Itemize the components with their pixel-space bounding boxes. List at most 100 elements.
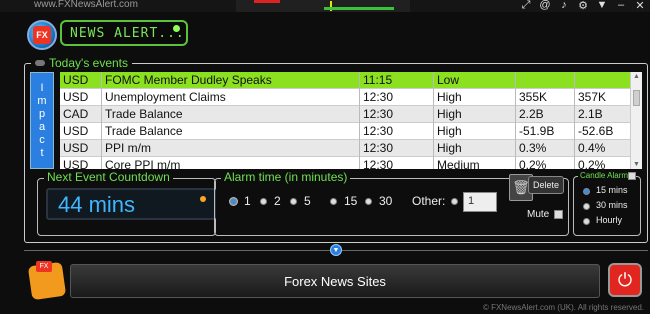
previous-cell: -52.6B: [578, 124, 614, 138]
alarm-option-label: 2: [274, 194, 281, 208]
countdown-led-icon: [200, 196, 206, 202]
candle-alarm-checkbox[interactable]: [628, 172, 636, 180]
alarm-radio-1[interactable]: [230, 198, 237, 205]
expand-icon[interactable]: ⤢: [520, 0, 532, 12]
fx-badge: FX: [36, 261, 52, 272]
previous-cell: 0.2%: [578, 158, 606, 169]
ticker-strip-left: [236, 0, 316, 12]
panel-legend: Today's events: [31, 56, 133, 70]
previous-cell: 0.4%: [578, 141, 606, 155]
event-cell: PPI m/m: [105, 141, 152, 155]
countdown-value: 44 mins: [58, 192, 136, 217]
chevron-down-icon[interactable]: ▼: [330, 244, 342, 256]
column-divider: [515, 72, 516, 169]
table-scrollbar[interactable]: ▲ ▼: [630, 72, 642, 169]
time-cell: 11:15: [363, 73, 393, 87]
table-row[interactable]: USD Unemployment Claims 12:30 High 355K …: [60, 89, 630, 106]
impact-cell: High: [437, 141, 462, 155]
alarm-radio-5[interactable]: [290, 198, 297, 205]
status-led-icon: [173, 25, 180, 32]
table-row[interactable]: USD Core PPI m/m 12:30 Medium 0.2% 0.2%: [60, 157, 630, 169]
candle-radio-15[interactable]: [583, 188, 590, 195]
alarm-radio-other[interactable]: [451, 198, 458, 205]
impact-cell: Low: [437, 73, 460, 87]
candle-alarm-title: Candle Alarm: [578, 171, 631, 180]
forecast-cell: -51.9B: [519, 124, 555, 138]
currency-cell: USD: [63, 158, 89, 169]
other-label: Other:: [412, 194, 446, 208]
candle-radio-hourly[interactable]: [583, 218, 590, 225]
scroll-up-icon[interactable]: ▲: [633, 73, 640, 80]
alarm-radio-2[interactable]: [260, 198, 267, 205]
alarm-option-label: 15: [344, 194, 358, 208]
forex-news-sites-button[interactable]: Forex News Sites: [70, 264, 600, 298]
impact-letter: p: [38, 107, 46, 120]
previous-cell: 2.1B: [578, 107, 603, 121]
fx-logo-badge: FX: [33, 26, 51, 44]
minimize-icon[interactable]: –: [615, 0, 627, 12]
column-divider: [574, 72, 575, 169]
table-row[interactable]: USD PPI m/m 12:30 High 0.3% 0.4%: [60, 140, 630, 157]
impact-letter: t: [40, 146, 44, 159]
other-minutes-input[interactable]: 1: [463, 192, 497, 212]
collapse-toggle-icon[interactable]: [35, 60, 45, 66]
currency-cell: USD: [63, 124, 89, 138]
fx-logo: FX: [27, 20, 57, 50]
event-cell: Trade Balance: [105, 124, 183, 138]
alarm-radio-15[interactable]: [330, 198, 337, 205]
close-icon[interactable]: ✕: [634, 0, 646, 12]
currency-cell: CAD: [63, 107, 89, 121]
impact-cell: Medium: [437, 158, 480, 169]
previous-cell: 357K: [578, 90, 607, 104]
power-icon[interactable]: ⏻: [608, 263, 642, 297]
countdown-display: 44 mins: [46, 188, 216, 220]
candle-option-label: 30 mins: [596, 200, 628, 210]
countdown-group: Next Event Countdown 44 mins: [37, 170, 216, 236]
event-cell: Unemployment Claims: [105, 90, 226, 104]
at-icon[interactable]: @: [539, 0, 551, 12]
alarm-option-label: 5: [304, 194, 311, 208]
volume-icon[interactable]: ♪: [558, 0, 570, 12]
brand-banner: NEWS ALERT...: [60, 20, 188, 46]
time-cell: 12:30: [363, 141, 394, 155]
gear-icon[interactable]: ⚙: [577, 0, 589, 12]
countdown-title: Next Event Countdown: [44, 170, 173, 184]
impact-cell: High: [437, 107, 462, 121]
scroll-down-icon[interactable]: ▼: [633, 161, 640, 168]
title-bar: www.FXNewsAlert.com ⤢ @ ♪ ⚙ ▼ – ✕: [0, 0, 650, 12]
table-row[interactable]: USD FOMC Member Dudley Speaks 11:15 Low: [60, 72, 630, 89]
impact-sort-button[interactable]: I m p a c t: [30, 72, 54, 169]
event-cell: Core PPI m/m: [105, 158, 181, 169]
impact-letter: I: [40, 81, 44, 94]
scroll-thumb[interactable]: [633, 90, 640, 106]
events-table: USD FOMC Member Dudley Speaks 11:15 Low …: [60, 72, 630, 169]
rss-icon[interactable]: FX: [26, 258, 68, 301]
forecast-cell: 2.2B: [519, 107, 544, 121]
panel-title: Today's events: [49, 56, 129, 70]
time-cell: 12:30: [363, 158, 394, 169]
forecast-cell: 0.2%: [519, 158, 547, 169]
table-row[interactable]: CAD Trade Balance 12:30 High 2.2B 2.1B: [60, 106, 630, 123]
todays-events-panel: Today's events I m p a c t USD FOMC Memb…: [24, 56, 648, 243]
candle-option-label: 15 mins: [596, 185, 628, 195]
candle-radio-30[interactable]: [583, 203, 590, 210]
table-row[interactable]: USD Trade Balance 12:30 High -51.9B -52.…: [60, 123, 630, 140]
alarm-radio-30[interactable]: [365, 198, 372, 205]
filter-icon[interactable]: ▼: [596, 0, 608, 12]
time-cell: 12:30: [363, 107, 394, 121]
forecast-cell: 0.3%: [519, 141, 547, 155]
impact-cell: High: [437, 124, 462, 138]
candle-option-label: Hourly: [596, 215, 623, 225]
site-url: www.FXNewsAlert.com: [34, 0, 138, 10]
mute-checkbox[interactable]: [554, 210, 563, 219]
delete-button[interactable]: Delete: [528, 176, 564, 194]
brand-name: NEWS ALERT...: [70, 26, 185, 41]
currency-cell: USD: [63, 90, 89, 104]
alarm-option-label: 30: [379, 194, 393, 208]
candle-alarm-group: Candle Alarm 15 mins 30 mins Hourly: [573, 171, 641, 236]
event-cell: FOMC Member Dudley Speaks: [105, 73, 272, 87]
window-controls: ⤢ @ ♪ ⚙ ▼ – ✕: [520, 0, 646, 12]
currency-cell: USD: [63, 73, 89, 87]
mute-label: Mute: [527, 209, 550, 220]
ticker-red-bar: [254, 0, 280, 3]
